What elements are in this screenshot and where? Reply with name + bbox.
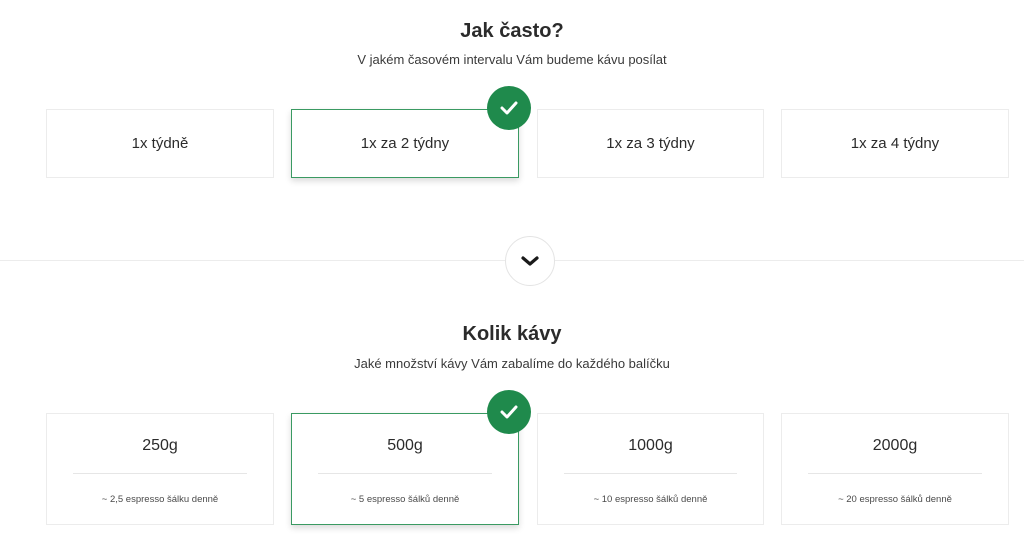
quantity-description: ~ 20 espresso šálků denně <box>838 494 952 505</box>
quantity-option-2000g[interactable]: 2000g ~ 20 espresso šálků denně <box>781 413 1009 525</box>
frequency-option-label: 1x za 3 týdny <box>606 135 695 152</box>
expand-next-section-button[interactable] <box>505 236 555 286</box>
frequency-option-3-weeks[interactable]: 1x za 3 týdny <box>537 109 764 178</box>
card-divider <box>564 473 737 474</box>
quantity-amount: 500g <box>387 437 423 454</box>
frequency-option-weekly[interactable]: 1x týdně <box>46 109 274 178</box>
frequency-option-4-weeks[interactable]: 1x za 4 týdny <box>781 109 1009 178</box>
quantity-subtitle: Jaké množství kávy Vám zabalíme do každé… <box>354 356 670 371</box>
quantity-option-250g[interactable]: 250g ~ 2,5 espresso šálku denně <box>46 413 274 525</box>
quantity-amount: 1000g <box>628 437 673 454</box>
frequency-option-label: 1x za 4 týdny <box>850 135 940 152</box>
quantity-description: ~ 10 espresso šálků denně <box>593 494 708 505</box>
frequency-option-label: 1x za 2 týdny <box>360 135 450 152</box>
card-divider <box>73 473 247 474</box>
frequency-option-label: 1x týdně <box>131 135 189 152</box>
card-divider <box>318 473 492 474</box>
card-divider <box>808 473 982 474</box>
frequency-subtitle: V jakém časovém intervalu Vám budeme káv… <box>357 52 667 67</box>
chevron-down-icon <box>520 255 540 267</box>
quantity-description: ~ 2,5 espresso šálku denně <box>101 494 219 505</box>
check-icon <box>487 86 531 130</box>
quantity-amount: 250g <box>142 437 178 454</box>
frequency-title: Jak často? <box>460 20 564 42</box>
quantity-description: ~ 5 espresso šálků denně <box>350 494 460 505</box>
quantity-option-500g[interactable]: 500g ~ 5 espresso šálků denně <box>291 413 519 525</box>
check-icon <box>487 390 531 434</box>
quantity-title: Kolik kávy <box>462 323 562 345</box>
quantity-amount: 2000g <box>872 437 918 454</box>
frequency-option-2-weeks[interactable]: 1x za 2 týdny <box>291 109 519 178</box>
quantity-option-1000g[interactable]: 1000g ~ 10 espresso šálků denně <box>537 413 764 525</box>
